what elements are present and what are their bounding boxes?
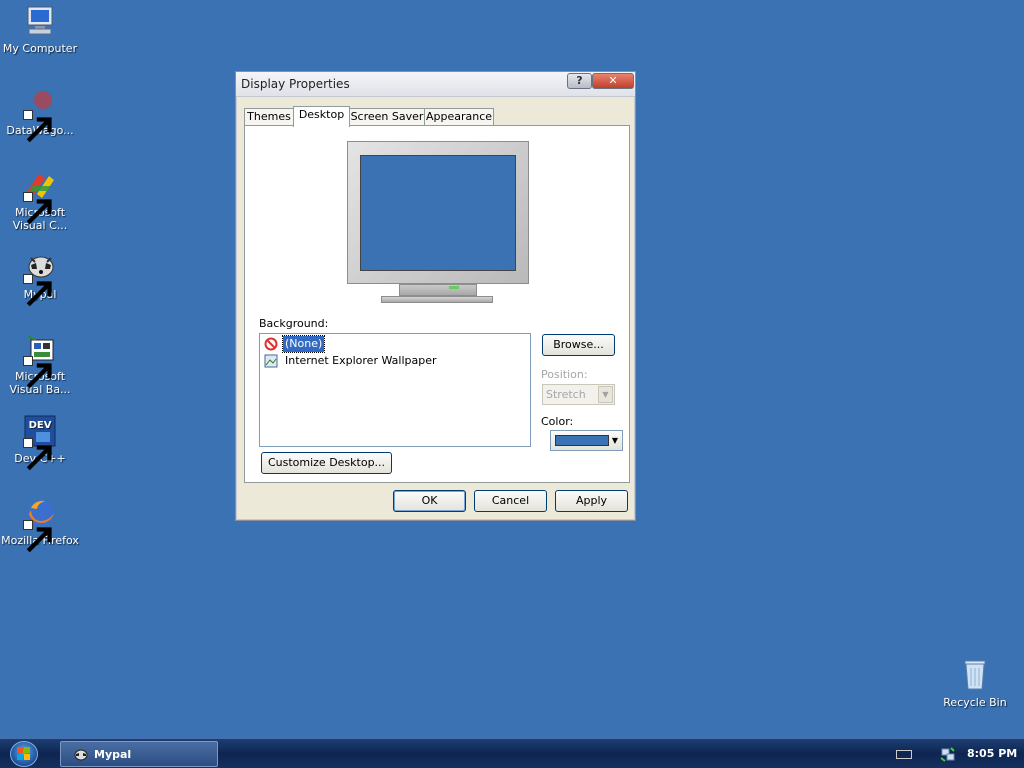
position-select[interactable]: Stretch ▼ (542, 384, 615, 405)
shortcut-arrow-icon (23, 110, 52, 143)
monitor-preview (347, 141, 529, 284)
desktop-icon-datawago[interactable]: DataWago... (0, 86, 80, 143)
wallpaper-file-icon (264, 354, 278, 368)
mypal-icon (73, 747, 89, 763)
dialog-titlebar[interactable]: Display Properties ? ✕ (236, 72, 635, 97)
customize-desktop-button[interactable]: Customize Desktop... (261, 452, 392, 474)
background-listbox[interactable]: (None) Internet Explorer Wallpaper (259, 333, 531, 447)
monitor-power-led (449, 286, 459, 289)
chevron-down-icon: ▼ (598, 386, 613, 403)
shortcut-arrow-icon (23, 356, 52, 389)
desktop-icon-visual-cpp[interactable]: Microsoft Visual C... (0, 168, 80, 232)
shortcut-arrow-icon (23, 438, 52, 471)
network-icon[interactable] (940, 746, 956, 762)
tab-desktop[interactable]: Desktop (293, 106, 350, 127)
desktop-tab-panel: Background: (None) Internet Explorer Wal… (244, 125, 630, 483)
background-label: Background: (259, 317, 329, 330)
tab-themes[interactable]: Themes (244, 108, 294, 126)
desktop-icon-label: My Computer (2, 42, 78, 55)
desktop-icon-label: Recycle Bin (943, 696, 1007, 709)
position-label: Position: (541, 368, 588, 381)
position-select-value: Stretch (546, 388, 586, 401)
shortcut-arrow-icon (23, 274, 52, 307)
help-button[interactable]: ? (567, 73, 592, 89)
taskbar-button-label: Mypal (94, 748, 132, 761)
firefox-icon (23, 496, 57, 553)
my-computer-icon (23, 4, 57, 38)
monitor-stand (399, 284, 477, 296)
list-item[interactable]: Internet Explorer Wallpaper (264, 353, 464, 369)
desktop-icon-my-computer[interactable]: My Computer (0, 4, 80, 55)
no-symbol-icon (264, 337, 278, 351)
keyboard-icon[interactable] (896, 750, 912, 759)
list-item[interactable]: (None) (264, 335, 384, 353)
recycle-bin-icon (958, 658, 992, 692)
desktop-icon-recycle-bin[interactable]: Recycle Bin (935, 658, 1015, 709)
monitor-preview-screen (360, 155, 516, 271)
visual-basic-icon (23, 332, 57, 389)
desktop-icon-firefox[interactable]: Mozilla Firefox (0, 496, 80, 553)
shortcut-arrow-icon (23, 520, 52, 553)
color-picker-button[interactable]: ▼ (550, 430, 623, 451)
taskbar-clock[interactable]: 8:05 PM (967, 747, 1017, 760)
taskbar: Mypal 8:05 PM (0, 738, 1024, 768)
datawago-icon (23, 86, 57, 143)
display-properties-dialog: Display Properties ? ✕ Themes Desktop Sc… (235, 71, 636, 521)
list-item-label: (None) (281, 335, 326, 353)
shortcut-arrow-icon (23, 192, 52, 225)
chevron-down-icon: ▼ (611, 436, 619, 445)
cancel-button[interactable]: Cancel (474, 490, 547, 512)
svg-text:DEV: DEV (29, 420, 52, 431)
tab-screen-saver[interactable]: Screen Saver (349, 108, 425, 126)
dev-cpp-icon: DEV (23, 414, 57, 471)
taskbar-button-mypal[interactable]: Mypal (60, 741, 218, 767)
visual-cpp-icon (23, 168, 57, 225)
apply-button[interactable]: Apply (555, 490, 628, 512)
monitor-base (381, 296, 493, 303)
start-button[interactable] (10, 741, 38, 767)
tab-appearance[interactable]: Appearance (424, 108, 494, 126)
list-item-label: Internet Explorer Wallpaper (285, 354, 437, 367)
close-button[interactable]: ✕ (592, 73, 634, 89)
color-label: Color: (541, 415, 574, 428)
browse-button[interactable]: Browse... (542, 334, 615, 356)
ok-button[interactable]: OK (393, 490, 466, 512)
mypal-icon (23, 250, 57, 307)
windows-logo-icon (17, 747, 30, 760)
desktop-icon-mypal[interactable]: Mypal (0, 250, 80, 307)
color-swatch (555, 435, 609, 446)
desktop-icon-dev-cpp[interactable]: DEV Dev-C++ (0, 414, 80, 471)
dialog-title: Display Properties (241, 77, 350, 91)
desktop-icon-visual-basic[interactable]: Microsoft Visual Ba... (0, 332, 80, 396)
